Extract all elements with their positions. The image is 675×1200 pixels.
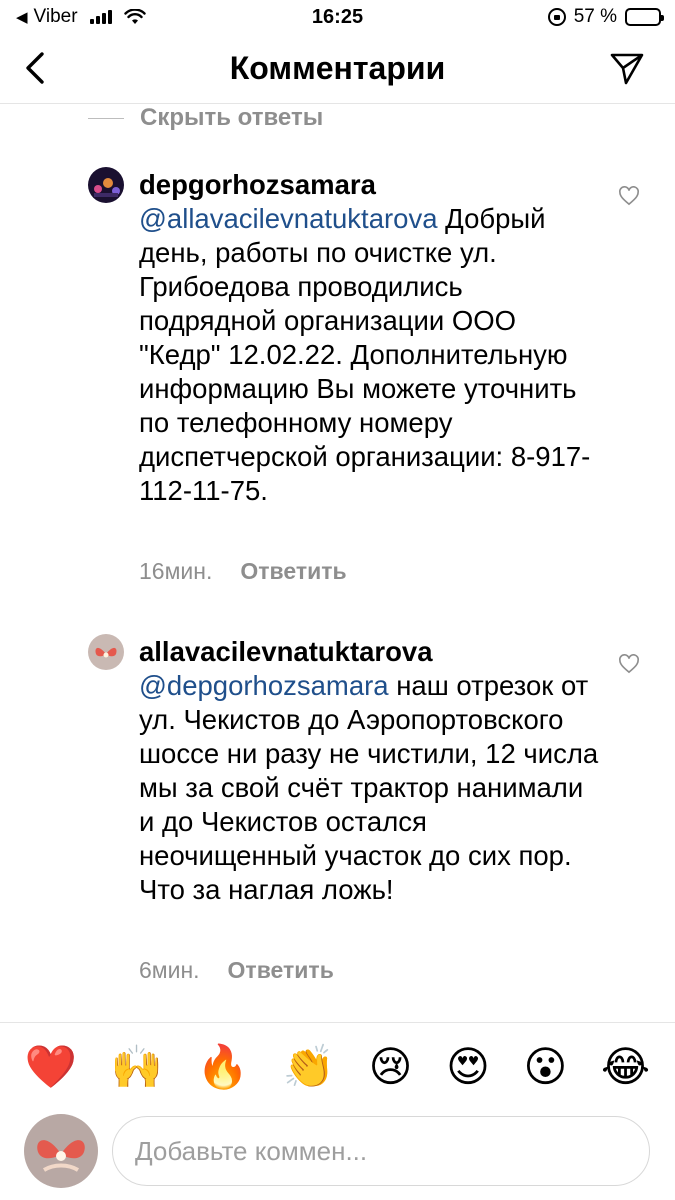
comment-meta: 6мин. Ответить [139, 957, 334, 984]
comment-composer [0, 1110, 675, 1200]
surprised-emoji-button[interactable]: 😮 [524, 1042, 568, 1092]
status-right: 57 % [547, 6, 664, 28]
emoji-quick-bar: ❤️ 🙌 🔥 👏 😢 😍 😮 😂 [0, 1022, 675, 1110]
reply-button[interactable]: Ответить [240, 558, 346, 585]
comment-input[interactable] [112, 1116, 650, 1186]
heart-icon[interactable] [618, 186, 640, 206]
current-user-avatar [24, 1114, 98, 1188]
hide-replies-button[interactable]: Скрыть ответы [88, 104, 323, 132]
comment-time: 6мин. [139, 957, 200, 983]
status-bar: ◀ Viber 16:25 57 % [0, 0, 675, 36]
comment-text: наш отрезок от ул. Чекистов до Аэропорто… [139, 670, 599, 905]
heart-emoji-button[interactable]: ❤️ [25, 1042, 77, 1092]
header: Комментарии [0, 36, 675, 104]
comment-body: allavacilevnatuktarova @depgorhozsamara … [139, 635, 599, 907]
hide-replies-label: Скрыть ответы [140, 104, 324, 131]
laughing-emoji-button[interactable]: 😂 [601, 1042, 650, 1092]
reply-button[interactable]: Ответить [228, 957, 334, 984]
heart-icon[interactable] [618, 654, 640, 674]
battery-icon [625, 8, 664, 26]
comment-mention[interactable]: @depgorhozsamara [139, 670, 389, 701]
rotation-lock-icon [547, 8, 566, 26]
avatar-image [24, 1114, 98, 1188]
comment-text: Добрый день, работы по очистке ул. Грибо… [139, 203, 591, 506]
crying-emoji-button[interactable]: 😢 [369, 1042, 413, 1092]
thread-divider [88, 117, 124, 119]
avatar[interactable] [88, 167, 124, 203]
avatar-image [88, 634, 124, 670]
raised-hands-emoji-button[interactable]: 🙌 [111, 1042, 163, 1092]
heart-eyes-emoji-button[interactable]: 😍 [446, 1042, 490, 1092]
fire-emoji-button[interactable]: 🔥 [197, 1042, 249, 1092]
avatar[interactable] [88, 634, 124, 670]
clapping-emoji-button[interactable]: 👏 [283, 1042, 335, 1092]
comment-mention[interactable]: @allavacilevnatuktarova [139, 203, 438, 234]
comment-username[interactable]: allavacilevnatuktarova [139, 635, 599, 669]
avatar-image [88, 167, 124, 203]
comment-body: depgorhozsamara @allavacilevnatuktarova … [139, 168, 599, 508]
comment-username[interactable]: depgorhozsamara [139, 168, 599, 202]
send-icon[interactable] [609, 50, 645, 86]
battery-percent: 57 % [573, 6, 617, 27]
comment-meta: 16мин. Ответить [139, 558, 347, 585]
comment-time: 16мин. [139, 558, 213, 584]
page-title: Комментарии [229, 50, 446, 86]
